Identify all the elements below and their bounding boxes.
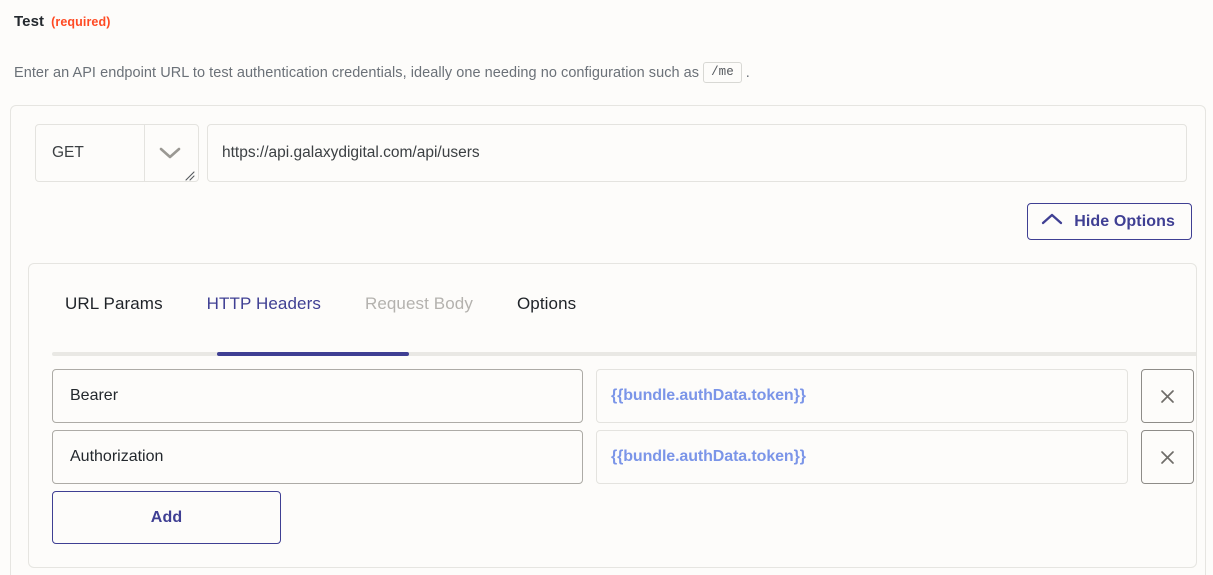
header-value-input[interactable]: {{bundle.authData.token}} bbox=[596, 430, 1128, 484]
close-icon bbox=[1159, 449, 1176, 466]
add-header-button[interactable]: Add bbox=[52, 491, 281, 544]
method-divider bbox=[144, 125, 145, 181]
request-options-tabs: URL Params HTTP Headers Request Body Opt… bbox=[43, 294, 598, 314]
tab-url-params[interactable]: URL Params bbox=[43, 294, 185, 314]
resize-grip-icon[interactable] bbox=[184, 168, 195, 181]
tab-http-headers[interactable]: HTTP Headers bbox=[185, 294, 343, 314]
page-title: Test bbox=[14, 13, 45, 30]
http-method-value: GET bbox=[52, 144, 84, 161]
header-key-input[interactable]: Bearer bbox=[52, 369, 583, 423]
hide-options-button[interactable]: Hide Options bbox=[1027, 203, 1192, 240]
tab-active-underline bbox=[217, 352, 409, 356]
chevron-up-icon bbox=[1041, 213, 1063, 231]
endpoint-example-code: /me bbox=[703, 62, 742, 84]
tab-options[interactable]: Options bbox=[495, 294, 598, 314]
table-row: Bearer {{bundle.authData.token}} bbox=[52, 369, 1194, 423]
test-auth-field-panel: Test (required) Enter an API endpoint UR… bbox=[0, 0, 1213, 575]
test-request-card: GET https://api.galaxydigital.com/api/us… bbox=[10, 105, 1206, 575]
request-line: GET https://api.galaxydigital.com/api/us… bbox=[35, 124, 1187, 182]
header-value-input[interactable]: {{bundle.authData.token}} bbox=[596, 369, 1128, 423]
field-description: Enter an API endpoint URL to test authen… bbox=[14, 62, 750, 84]
close-icon bbox=[1159, 388, 1176, 405]
field-heading: Test (required) bbox=[14, 13, 110, 30]
http-method-select[interactable]: GET bbox=[35, 124, 199, 182]
table-row: Authorization {{bundle.authData.token}} bbox=[52, 430, 1194, 484]
remove-header-button[interactable] bbox=[1141, 430, 1194, 484]
field-description-text: Enter an API endpoint URL to test authen… bbox=[14, 64, 700, 81]
request-url-input[interactable]: https://api.galaxydigital.com/api/users bbox=[207, 124, 1187, 182]
remove-header-button[interactable] bbox=[1141, 369, 1194, 423]
hide-options-label: Hide Options bbox=[1074, 212, 1175, 230]
tab-request-body: Request Body bbox=[364, 294, 473, 313]
required-indicator: (required) bbox=[51, 15, 111, 29]
request-options-panel: URL Params HTTP Headers Request Body Opt… bbox=[28, 263, 1197, 568]
field-description-suffix: . bbox=[745, 64, 750, 81]
header-key-input[interactable]: Authorization bbox=[52, 430, 583, 484]
add-header-label: Add bbox=[150, 508, 183, 526]
http-headers-list: Bearer {{bundle.authData.token}} Authori… bbox=[52, 369, 1194, 544]
